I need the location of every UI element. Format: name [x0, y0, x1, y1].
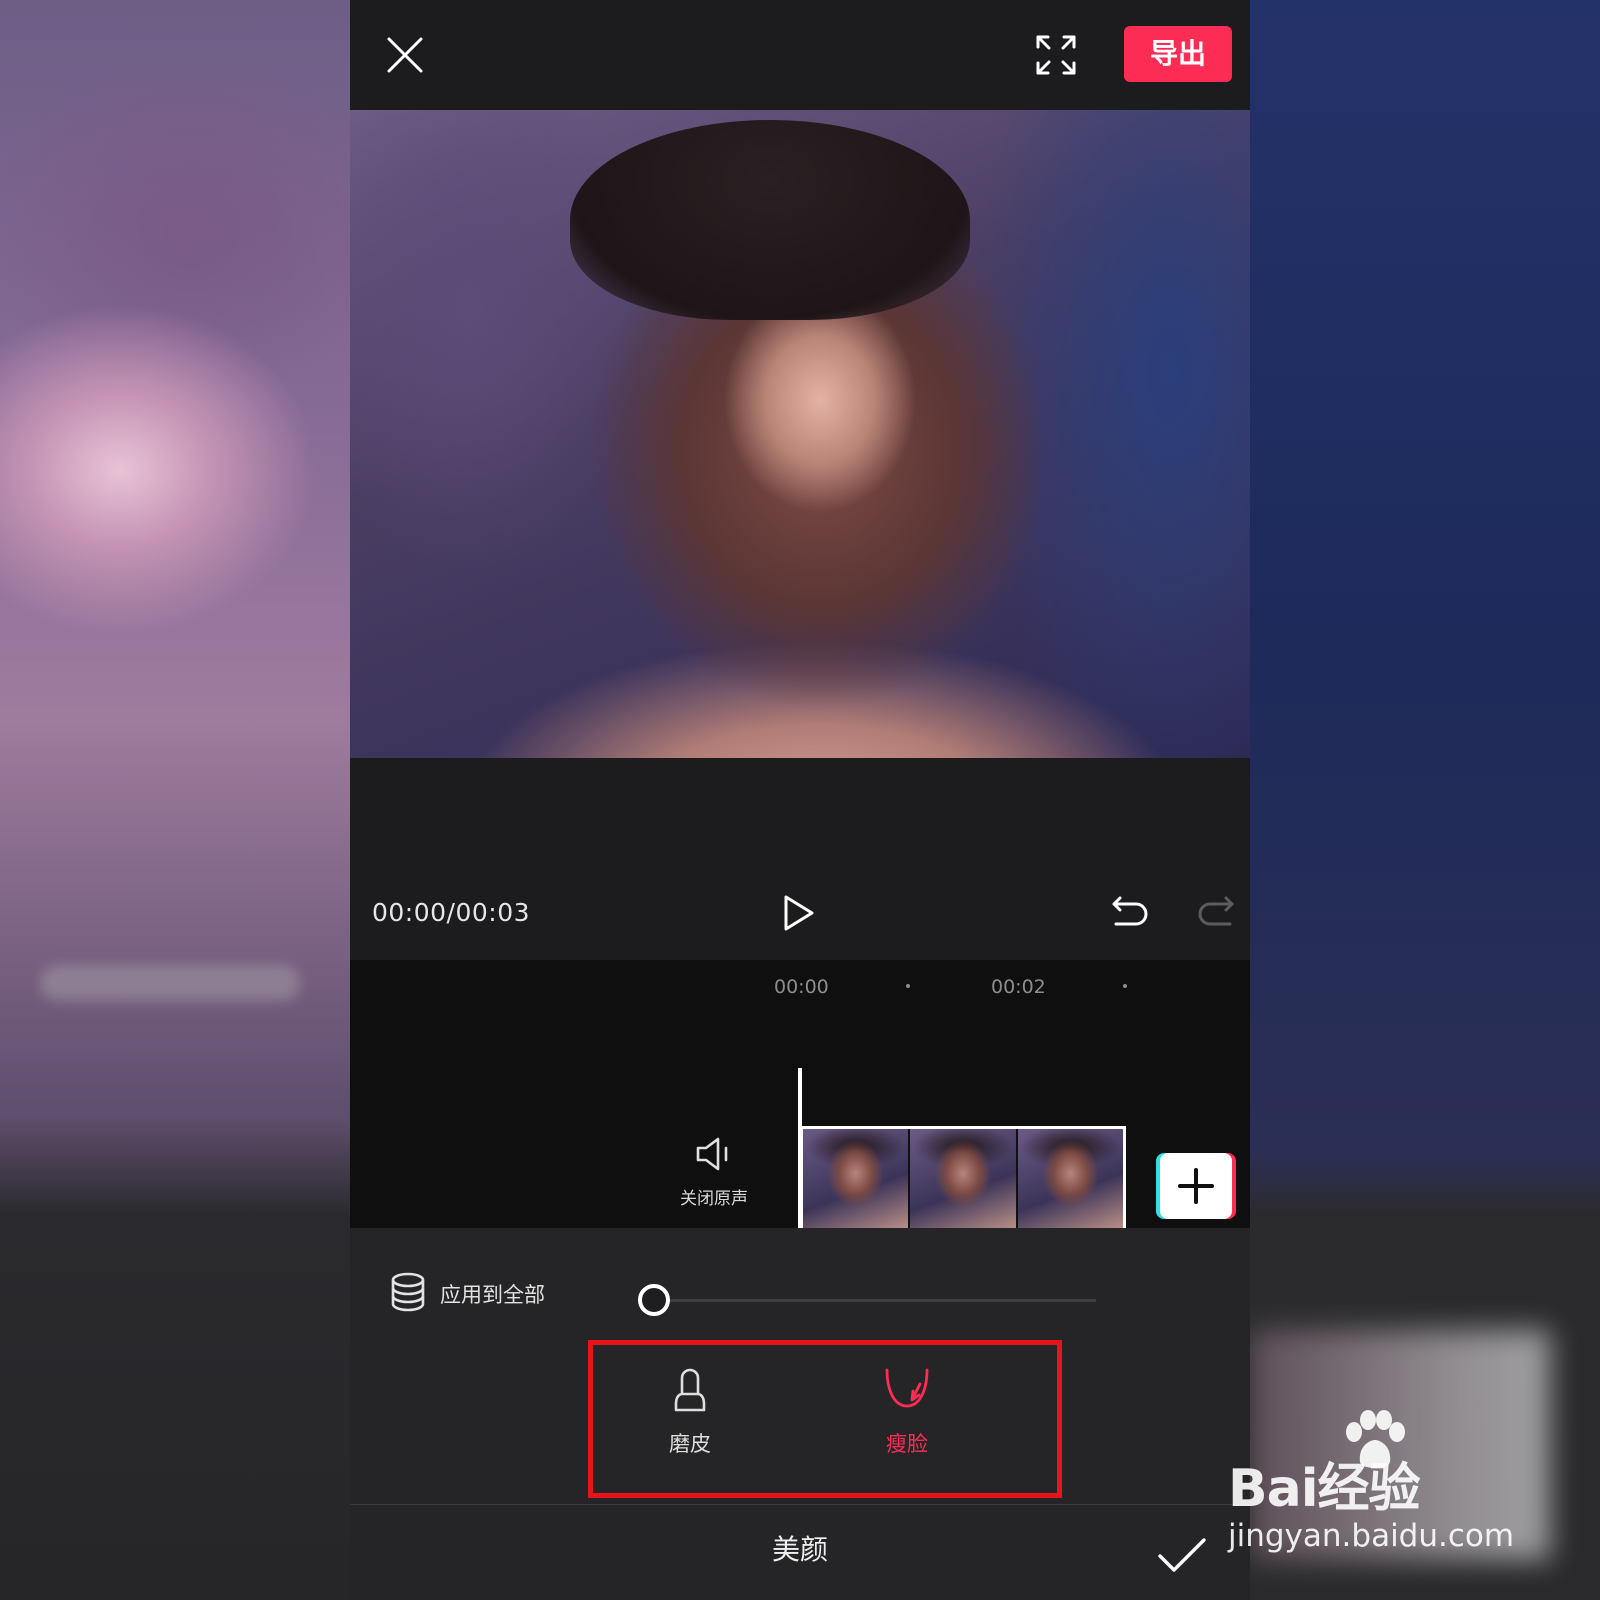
check-icon	[1158, 1538, 1206, 1572]
apply-to-all-button[interactable]: 应用到全部	[390, 1272, 545, 1316]
watermark-brand: Bai经验	[1228, 1459, 1421, 1519]
beauty-panel: 应用到全部 磨皮 瘦脸 美颜	[350, 1228, 1250, 1600]
baidu-jingyan-watermark: Bai经验 jingyan.baidu.com	[1228, 1410, 1528, 1560]
expand-icon	[1036, 35, 1076, 75]
play-button[interactable]	[778, 893, 818, 933]
timeline-tick-dot	[906, 984, 910, 988]
tool-slim-face[interactable]: 瘦脸	[857, 1364, 957, 1464]
layers-icon	[391, 1272, 425, 1312]
tool-smooth-skin[interactable]: 磨皮	[640, 1364, 740, 1464]
intensity-slider-track[interactable]	[650, 1299, 1096, 1302]
timeline-tick: 00:02	[991, 976, 1046, 998]
confirm-button[interactable]	[1156, 1532, 1208, 1576]
undo-button[interactable]	[1110, 892, 1150, 932]
clip-thumbnail	[803, 1129, 911, 1228]
close-button[interactable]	[385, 35, 425, 75]
app-screen: 导出 00:00/00:03 00:00 00:02 关闭原声 应用到全部 磨皮…	[0, 0, 1600, 1600]
play-icon	[784, 895, 814, 931]
export-button[interactable]: 导出	[1124, 26, 1232, 82]
plus-icon	[1178, 1168, 1214, 1204]
watermark-url: jingyan.baidu.com	[1228, 1518, 1515, 1554]
mute-label: 关闭原声	[680, 1189, 748, 1209]
fullscreen-button[interactable]	[1035, 34, 1077, 76]
intensity-slider-knob[interactable]	[638, 1284, 670, 1316]
tool-label: 磨皮	[669, 1432, 711, 1456]
redo-icon	[1198, 896, 1234, 926]
video-clip[interactable]	[800, 1126, 1126, 1228]
timeline-tick-dot	[1123, 984, 1127, 988]
speaker-icon	[696, 1137, 728, 1171]
tool-label: 瘦脸	[886, 1432, 928, 1456]
clip-thumbnail	[1017, 1129, 1123, 1228]
top-bar: 导出	[350, 0, 1250, 110]
timeline-tick: 00:00	[774, 976, 829, 998]
close-icon	[387, 37, 423, 73]
editor-window: 导出 00:00/00:03 00:00 00:02 关闭原声 应用到全部 磨皮…	[350, 0, 1250, 1600]
face-slim-icon	[885, 1368, 929, 1408]
add-clip-button[interactable]	[1160, 1153, 1232, 1219]
divider	[350, 1504, 1250, 1505]
mute-original-audio-button[interactable]: 关闭原声	[668, 1136, 760, 1220]
apply-to-all-label: 应用到全部	[440, 1283, 545, 1307]
timeline[interactable]: 00:00 00:02 关闭原声	[350, 960, 1250, 1228]
panel-title: 美颜	[771, 1533, 828, 1566]
blurred-text	[40, 965, 300, 1001]
bell-icon	[674, 1368, 706, 1412]
blurred-backdrop-left	[0, 0, 350, 1600]
video-preview[interactable]	[350, 110, 1250, 758]
undo-icon	[1112, 896, 1148, 926]
redo-button[interactable]	[1196, 892, 1236, 932]
preview-subject	[570, 120, 970, 320]
clip-thumbnail	[910, 1129, 1018, 1228]
time-display: 00:00/00:03	[372, 898, 531, 927]
